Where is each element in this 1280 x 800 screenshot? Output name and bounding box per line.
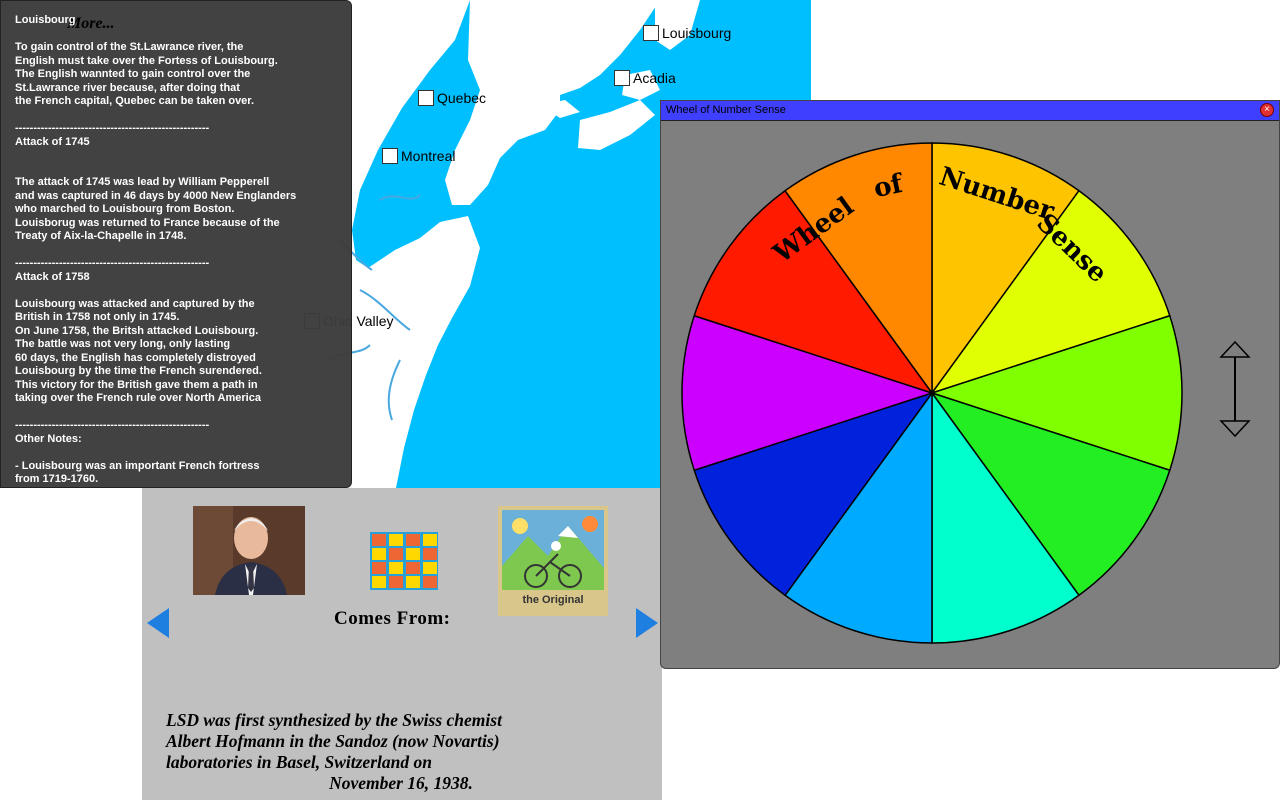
- wheel-canvas: Wheelof NumberSense: [681, 142, 1251, 644]
- blotter-sheet-image: [370, 532, 438, 590]
- map-location-montreal[interactable]: Montreal: [382, 148, 455, 164]
- close-icon[interactable]: ×: [1260, 103, 1274, 117]
- location-checkbox[interactable]: [614, 70, 630, 86]
- blotter-caption: the Original: [522, 594, 584, 606]
- map-location-acadia[interactable]: Acadia: [614, 70, 676, 86]
- wheel-window-titlebar[interactable]: Wheel of Number Sense ×: [661, 101, 1279, 121]
- wheel[interactable]: [681, 142, 1183, 644]
- comes-from-heading: Comes From:: [334, 608, 451, 629]
- portrait-image: [193, 506, 305, 595]
- location-checkbox[interactable]: [643, 25, 659, 41]
- lsd-description-line: Albert Hofmann in the Sandoz (now Novart…: [166, 731, 500, 751]
- location-label: Louisbourg: [662, 25, 732, 41]
- location-checkbox[interactable]: [382, 148, 398, 164]
- map-location-quebec[interactable]: Quebec: [418, 90, 486, 106]
- location-label: Montreal: [401, 148, 456, 164]
- lsd-info-panel: the Original Comes From: LSD was first s…: [142, 488, 662, 800]
- wheel-window: Wheel of Number Sense × Wheel of Number Sen…: [660, 100, 1280, 669]
- next-arrow-button[interactable]: [636, 608, 658, 638]
- blotter-the-original-image: the Original: [498, 506, 608, 616]
- notes-panel: More... Louisbourg To gain control of th…: [0, 0, 352, 488]
- notes-text: Louisbourg To gain control of the St.Law…: [15, 14, 297, 485]
- vertical-arrows-icon[interactable]: [1219, 340, 1251, 438]
- wheel-window-title: Wheel of Number Sense: [666, 104, 786, 116]
- location-label: Quebec: [437, 90, 487, 106]
- lsd-description: LSD was first synthesized by the Swiss c…: [166, 710, 636, 794]
- lsd-description-line: November 16, 1938.: [329, 773, 473, 793]
- location-label: Acadia: [633, 70, 676, 86]
- previous-arrow-button[interactable]: [147, 608, 169, 638]
- map-location-louisbourg[interactable]: Louisbourg: [643, 25, 731, 41]
- lsd-description-line: laboratories in Basel, Switzerland on: [166, 752, 432, 772]
- lsd-description-line: LSD was first synthesized by the Swiss c…: [166, 710, 502, 730]
- location-checkbox[interactable]: [418, 90, 434, 106]
